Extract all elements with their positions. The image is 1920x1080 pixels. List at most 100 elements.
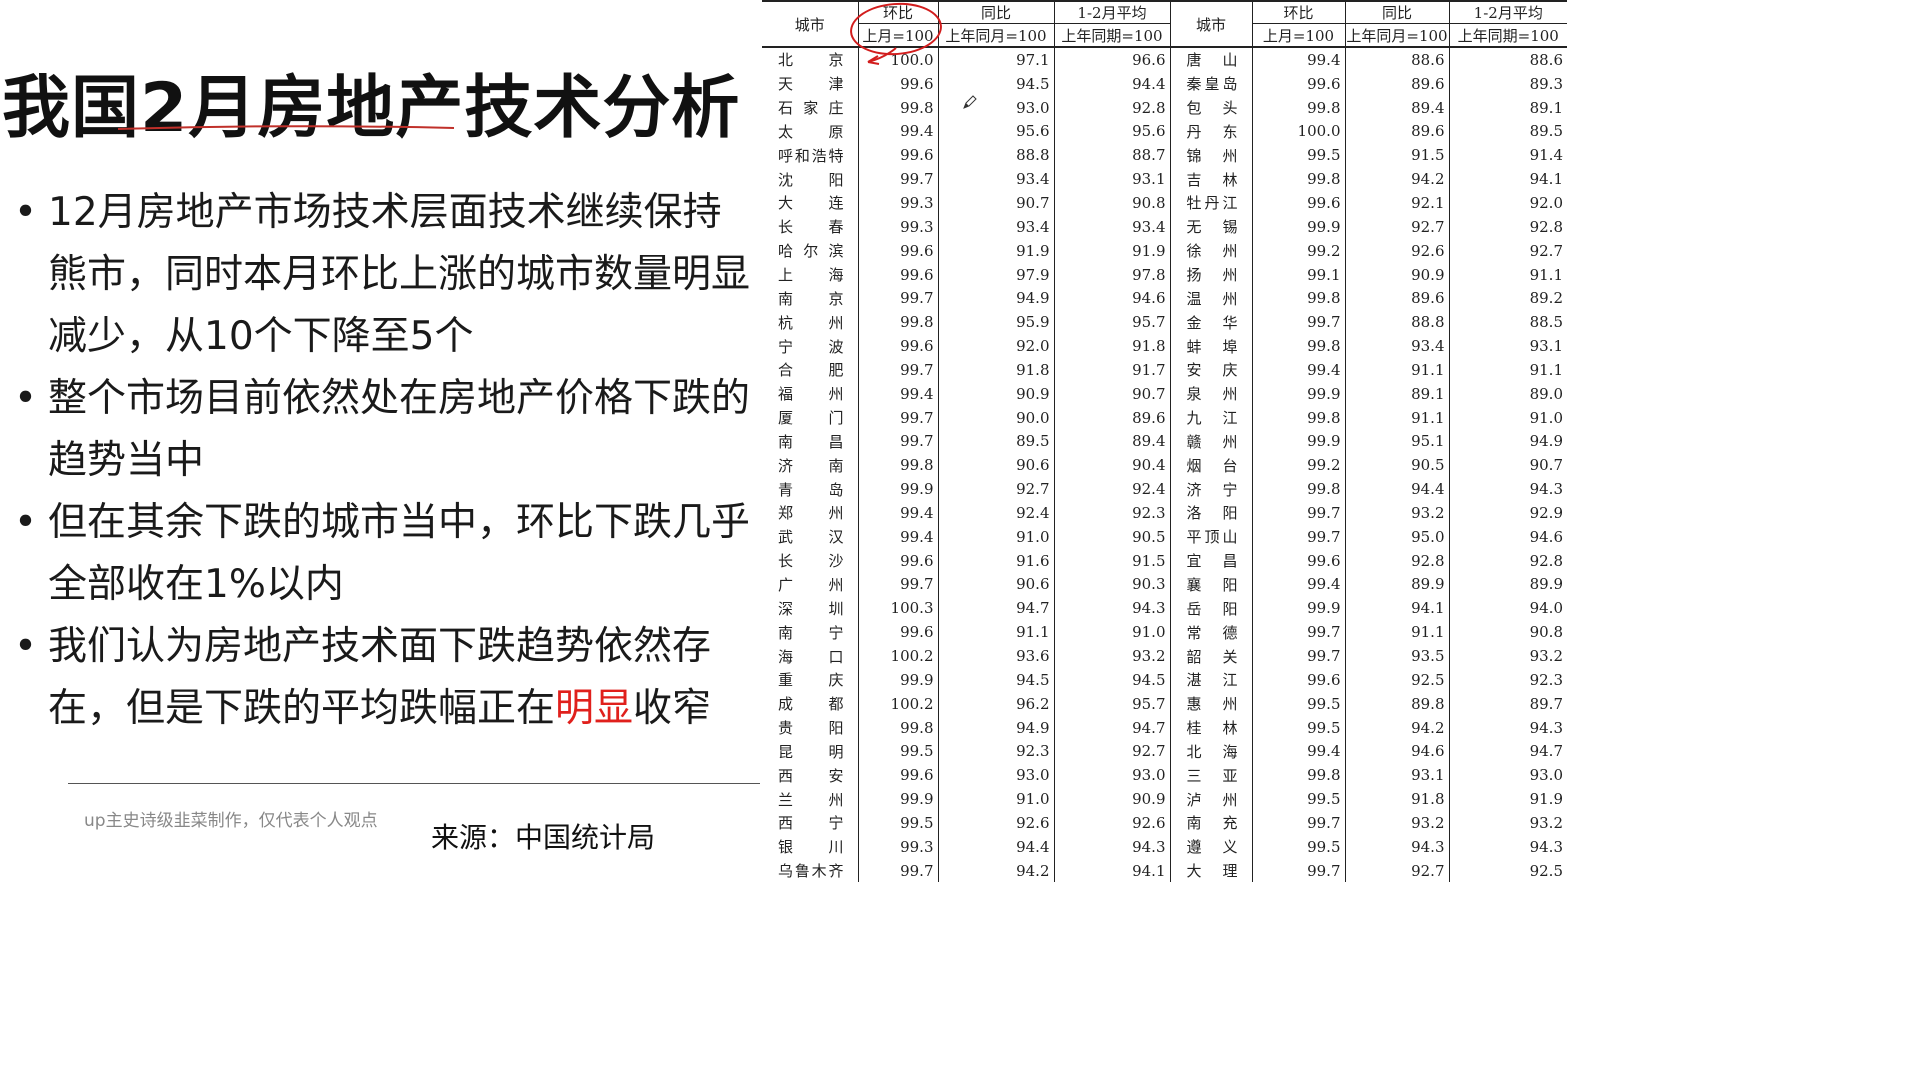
header-mom: 环比: [1252, 0, 1346, 24]
yoy-cell: 90.5: [1345, 453, 1450, 478]
yoy-cell: 94.3: [1345, 834, 1450, 859]
table-row: 大 连 99.3 90.7 90.8 牡丹江 99.6 92.1 92.0: [762, 191, 1567, 215]
mom-cell: 99.8: [1252, 334, 1346, 358]
bullet-text-end: 收窄: [633, 686, 712, 731]
mom-cell: 99.6: [858, 548, 939, 573]
avg-cell: 89.0: [1529, 384, 1563, 403]
table-row: 杭 州 99.8 95.9 95.7 金 华 99.7 88.8 88.5: [762, 310, 1567, 335]
avg-cell: 94.1: [1054, 858, 1171, 882]
yoy-cell: 92.5: [1345, 667, 1450, 692]
avg-cell: 91.9: [1529, 790, 1563, 809]
mom-cell: 99.8: [1252, 167, 1346, 192]
city-cell: 泸 州: [1170, 787, 1253, 811]
yoy-cell: 94.7: [938, 596, 1055, 621]
avg-cell: 94.6: [1054, 286, 1171, 311]
city-cell: 重 庆: [762, 667, 859, 692]
city-cell: 泉 州: [1170, 381, 1253, 406]
table-row: 沈 阳 99.7 93.4 93.1 吉 林 99.8 94.2 94.1: [762, 167, 1567, 192]
avg-cell: 92.7: [1054, 739, 1171, 764]
table-body: 北 京 100.0 97.1 96.6 唐 山 99.4 88.6 88.6 天 津 99.6 94…: [762, 47, 1567, 882]
avg-cell: 90.8: [1054, 191, 1171, 215]
header-yoy: 同比: [1345, 0, 1450, 24]
city-cell: 贵 阳: [762, 715, 859, 740]
avg-cell: 89.2: [1529, 289, 1563, 308]
mom-cell: 99.6: [858, 334, 939, 358]
bullet-item: • 整个市场目前依然处在房地产价格下跌的趋势当中: [14, 368, 754, 492]
avg-cell: 88.5: [1529, 313, 1563, 332]
yoy-cell: 92.8: [1345, 548, 1450, 573]
city-cell: 济 宁: [1170, 477, 1253, 502]
city-cell: 蚌 埠: [1170, 334, 1253, 358]
slide-title: 我国2月房地产技术分析: [2, 69, 741, 148]
avg-cell: 89.4: [1054, 429, 1171, 454]
yoy-cell: 91.9: [938, 238, 1055, 263]
yoy-cell: 88.8: [1345, 310, 1450, 335]
mom-cell: 99.9: [1252, 381, 1346, 406]
table-row: 青 岛 99.9 92.7 92.4 济 宁 99.8 94.4 94.3: [762, 477, 1567, 502]
city-cell: 天 津: [762, 71, 859, 96]
city-cell: 南 昌: [762, 429, 859, 454]
city-cell: 青 岛: [762, 477, 859, 502]
avg-cell: 90.4: [1054, 453, 1171, 478]
city-cell: 包 头: [1170, 95, 1253, 120]
avg-cell: 91.7: [1054, 357, 1171, 382]
yoy-cell: 88.6: [1345, 47, 1450, 72]
avg-cell: 92.8: [1529, 551, 1563, 570]
city-cell: 南 京: [762, 286, 859, 311]
avg-cell: 90.8: [1529, 623, 1563, 642]
bullet-text: 但在其余下跌的城市当中，环比下跌几乎全部收在1%以内: [48, 500, 751, 607]
bullet-item: • 但在其余下跌的城市当中，环比下跌几乎全部收在1%以内: [14, 492, 754, 616]
city-cell: 厦 门: [762, 405, 859, 430]
city-cell: 哈尔滨: [762, 238, 859, 263]
mom-cell: 99.7: [1252, 858, 1346, 882]
mom-cell: 99.7: [858, 167, 939, 192]
yoy-cell: 88.8: [938, 143, 1055, 168]
slide: 我国2月房地产技术分析 • 12月房地产市场技术层面技术继续保持熊市，同时本月环比…: [0, 0, 1567, 882]
yoy-cell: 91.8: [938, 357, 1055, 382]
header-city: 城市: [1170, 0, 1253, 48]
city-cell: 西 宁: [762, 811, 859, 835]
city-cell: 大 理: [1170, 858, 1253, 882]
yoy-cell: 91.0: [938, 524, 1055, 549]
bullet-list: • 12月房地产市场技术层面技术继续保持熊市，同时本月环比上涨的城市数量明显减少，…: [14, 182, 754, 740]
yoy-cell: 91.0: [938, 787, 1055, 811]
mom-cell: 99.7: [858, 858, 939, 882]
city-cell: 沈 阳: [762, 167, 859, 192]
mom-cell: 99.6: [1252, 191, 1346, 215]
avg-cell: 92.7: [1529, 241, 1563, 260]
city-cell: 唐 山: [1170, 47, 1253, 72]
table-row: 南 宁 99.6 91.1 91.0 常 德 99.7 91.1 90.8: [762, 620, 1567, 645]
mom-cell: 99.8: [1252, 405, 1346, 430]
avg-cell: 89.9: [1529, 575, 1563, 594]
bullet-item: • 我们认为房地产技术面下跌趋势依然存在，但是下跌的平均跌幅正在明显收窄: [14, 616, 754, 740]
city-cell: 呼和浩特: [762, 143, 859, 168]
avg-cell: 95.7: [1054, 691, 1171, 716]
avg-cell: 88.6: [1529, 50, 1563, 69]
mom-cell: 99.9: [1252, 214, 1346, 239]
avg-cell: 91.0: [1529, 408, 1563, 427]
mom-cell: 100.2: [858, 644, 939, 668]
avg-cell: 93.2: [1529, 647, 1563, 666]
city-cell: 宜 昌: [1170, 548, 1253, 573]
bullet-text: 12月房地产市场技术层面技术继续保持熊市，同时本月环比上涨的城市数量明显减少，从…: [48, 190, 751, 359]
price-index-table: 城市 环比 同比 1-2月平均 城市 环比 同比 1-2月平均 上月=100 上…: [762, 0, 1567, 882]
mom-cell: 99.6: [1252, 548, 1346, 573]
mom-cell: 99.8: [1252, 477, 1346, 502]
city-cell: 桂 林: [1170, 715, 1253, 740]
table-row: 贵 阳 99.8 94.9 94.7 桂 林 99.5 94.2 94.3: [762, 715, 1567, 740]
bullet-dot: •: [14, 500, 38, 545]
mom-cell: 99.7: [1252, 620, 1346, 645]
yoy-cell: 94.4: [1345, 477, 1450, 502]
yoy-cell: 94.2: [1345, 167, 1450, 192]
yoy-cell: 91.1: [1345, 405, 1450, 430]
mom-cell: 99.9: [858, 477, 939, 502]
yoy-cell: 90.6: [938, 572, 1055, 597]
mom-cell: 100.2: [858, 691, 939, 716]
mom-cell: 100.0: [1252, 119, 1346, 144]
city-cell: 洛 阳: [1170, 501, 1253, 525]
mom-cell: 99.3: [858, 191, 939, 215]
table-row: 太 原 99.4 95.6 95.6 丹 东 100.0 89.6 89.5: [762, 119, 1567, 144]
city-cell: 太 原: [762, 119, 859, 144]
yoy-cell: 93.1: [1345, 763, 1450, 788]
highlight-text: 明显: [555, 686, 634, 731]
